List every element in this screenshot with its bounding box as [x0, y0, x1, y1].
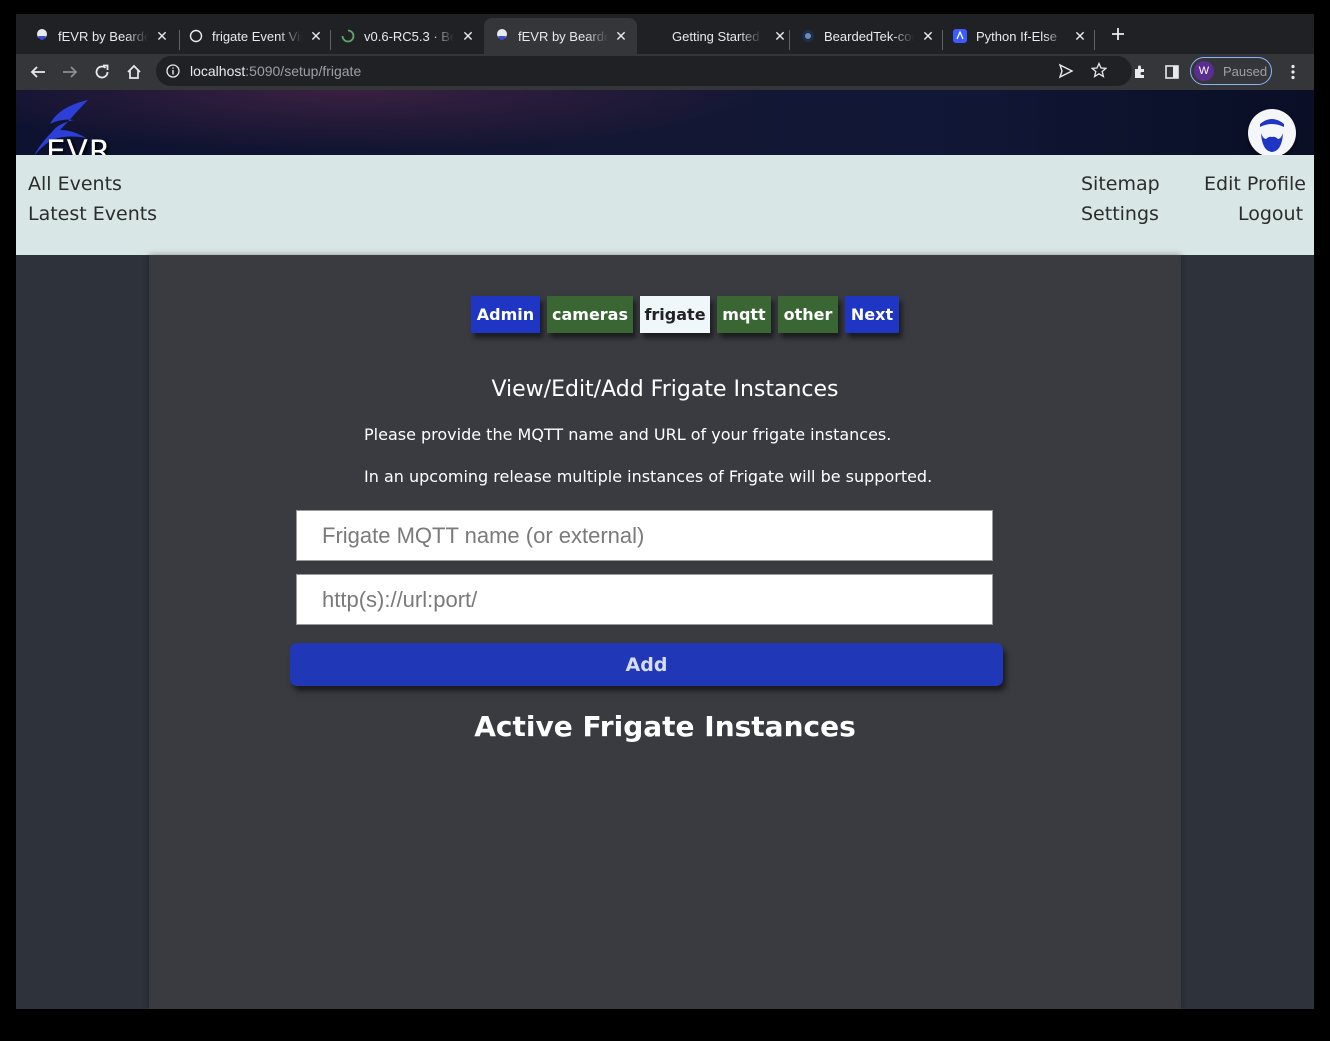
step-admin-button[interactable]: Admin	[471, 296, 540, 333]
bookmark-star-icon[interactable]	[1090, 61, 1108, 83]
tab-beardedtek[interactable]: BeardedTek-com ✕	[800, 18, 944, 54]
frigate-url-input[interactable]	[296, 574, 993, 625]
tab-title: Getting Started	[672, 28, 760, 44]
step-mqtt-button[interactable]: mqtt	[717, 296, 771, 333]
tab-python-if-else[interactable]: Python If-Else ✕	[952, 18, 1096, 54]
profile-avatar: W	[1194, 61, 1214, 81]
user-avatar[interactable]	[1248, 109, 1296, 157]
tab-divider	[942, 30, 943, 50]
tab-divider	[1094, 30, 1095, 50]
tab-title: Python If-Else	[976, 28, 1057, 44]
tab-fevr-1[interactable]: fEVR by BeardedTek ✕	[34, 18, 178, 54]
close-icon[interactable]: ✕	[920, 28, 936, 44]
instructions-text: Please provide the MQTT name and URL of …	[364, 425, 892, 444]
profile-status: Paused	[1223, 63, 1268, 79]
close-icon[interactable]: ✕	[1072, 28, 1088, 44]
close-icon[interactable]: ✕	[460, 28, 476, 44]
multi-instance-note: In an upcoming release multiple instance…	[364, 467, 933, 486]
tab-title: v0.6-RC5.3 · BeardedTek	[364, 28, 454, 44]
beardedtek-icon	[800, 28, 816, 44]
nav-latest-events[interactable]: Latest Events	[28, 203, 157, 225]
close-icon[interactable]: ✕	[308, 28, 324, 44]
header-banner	[16, 90, 1314, 155]
browser-window: fEVR by BeardedTek ✕ frigate Event Video…	[0, 0, 1330, 1041]
page-title: View/Edit/Add Frigate Instances	[491, 377, 839, 402]
close-icon[interactable]: ✕	[613, 28, 629, 44]
step-next-button[interactable]: Next	[845, 296, 899, 333]
tab-strip: fEVR by BeardedTek ✕ frigate Event Video…	[16, 14, 1314, 54]
setup-panel: Admin cameras frigate mqtt other Next Vi…	[149, 255, 1181, 1009]
url-path: :5090/setup/frigate	[245, 63, 362, 79]
fevr-face-icon	[34, 28, 50, 44]
active-instances-heading: Active Frigate Instances	[474, 710, 856, 743]
add-instance-button[interactable]: Add	[290, 643, 1003, 686]
main-nav: All Events Latest Events Sitemap Setting…	[16, 155, 1314, 255]
tab-title: fEVR by BeardedTek	[518, 28, 608, 44]
site-info-icon[interactable]	[166, 64, 180, 83]
github-icon	[188, 28, 204, 44]
extensions-icon[interactable]	[1128, 60, 1152, 84]
tab-divider	[330, 30, 331, 50]
tab-title: fEVR by BeardedTek	[58, 28, 148, 44]
nav-sitemap[interactable]: Sitemap	[1081, 173, 1160, 195]
tab-release[interactable]: v0.6-RC5.3 · BeardedTek ✕	[340, 18, 484, 54]
nav-all-events[interactable]: All Events	[28, 173, 122, 195]
side-panel-icon[interactable]	[1160, 60, 1184, 84]
tab-title: frigate Event Video Recorder	[212, 28, 302, 44]
tab-frigate-github[interactable]: frigate Event Video Recorder ✕	[188, 18, 332, 54]
close-icon[interactable]: ✕	[154, 28, 170, 44]
profile-paused-button[interactable]: W Paused	[1190, 57, 1272, 85]
back-icon[interactable]	[26, 60, 50, 84]
nav-edit-profile[interactable]: Edit Profile	[1204, 173, 1306, 195]
close-icon[interactable]: ✕	[772, 28, 788, 44]
tab-fevr-active[interactable]: fEVR by BeardedTek ✕	[484, 18, 637, 54]
nav-logout[interactable]: Logout	[1238, 203, 1303, 225]
blank-favicon	[652, 28, 664, 44]
new-tab-icon[interactable]	[1106, 22, 1130, 46]
reload-icon[interactable]	[90, 60, 114, 84]
tab-divider	[789, 30, 790, 50]
forward-icon[interactable]	[58, 60, 82, 84]
loading-spinner-icon	[340, 28, 356, 44]
browser-toolbar: localhost:5090/setup/frigate W Paused	[16, 54, 1314, 90]
home-icon[interactable]	[122, 60, 146, 84]
step-other-button[interactable]: other	[778, 296, 838, 333]
tab-getting-started[interactable]: Getting Started ✕	[652, 18, 796, 54]
nav-settings[interactable]: Settings	[1081, 203, 1159, 225]
tab-title: BeardedTek-com	[824, 28, 914, 44]
url-host: localhost	[190, 63, 246, 79]
kebab-menu-icon[interactable]	[1281, 60, 1305, 84]
step-cameras-button[interactable]: cameras	[547, 296, 633, 333]
web-page: EVR All Events Latest Events Sitemap Set…	[16, 90, 1314, 1009]
tab-divider	[179, 30, 180, 50]
bearded-face-icon	[1260, 117, 1284, 152]
frigate-mqtt-name-input[interactable]	[296, 510, 993, 561]
fevr-face-icon	[494, 28, 510, 44]
w3schools-icon	[952, 28, 968, 44]
address-bar[interactable]: localhost:5090/setup/frigate	[156, 56, 1132, 86]
url-text[interactable]: localhost:5090/setup/frigate	[190, 63, 361, 79]
step-frigate-button[interactable]: frigate	[640, 296, 710, 333]
send-tab-icon[interactable]	[1058, 63, 1074, 84]
